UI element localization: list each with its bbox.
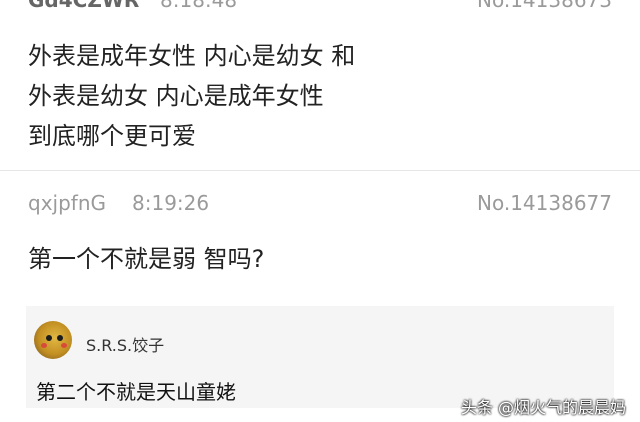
post-1-number[interactable]: No.14138673 (477, 0, 612, 12)
post-2-number[interactable]: No.14138677 (477, 191, 612, 215)
post-1: Gd4CZWR 8:18:48 No.14138673 外表是成年女性 内心是幼… (0, 0, 640, 171)
post-1-line-3: 到底哪个更可爱 (28, 122, 196, 150)
section-gap (0, 286, 640, 306)
avatar-eye-left (46, 335, 52, 341)
comment-username[interactable]: S.R.S.饺子 (86, 332, 164, 356)
post-1-time: 8:18:48 (160, 0, 238, 12)
watermark: 头条 @烟火气的晨晨妈 (460, 398, 626, 417)
post-1-line-1: 外表是成年女性 内心是幼女 和 (28, 42, 356, 70)
avatar-eye-right (57, 335, 63, 341)
post-2-username[interactable]: qxjpfnG (28, 191, 106, 215)
avatar-cheek-left (41, 343, 47, 348)
avatar-cheek-right (61, 343, 67, 348)
post-2: qxjpfnG 8:19:26 No.14138677 第一个不就是弱 智吗? (0, 171, 640, 286)
comment-card: S.R.S.饺子 第二个不就是天山童姥 (26, 306, 614, 408)
post-1-username[interactable]: Gd4CZWR (28, 0, 139, 12)
pikachu-avatar-icon[interactable] (34, 321, 72, 359)
post-2-time: 8:19:26 (132, 191, 210, 215)
post-1-line-2: 外表是幼女 内心是成年女性 (28, 82, 324, 110)
post-2-text: 第一个不就是弱 智吗? (28, 245, 265, 273)
comment-text: 第二个不就是天山童姥 (36, 380, 236, 404)
